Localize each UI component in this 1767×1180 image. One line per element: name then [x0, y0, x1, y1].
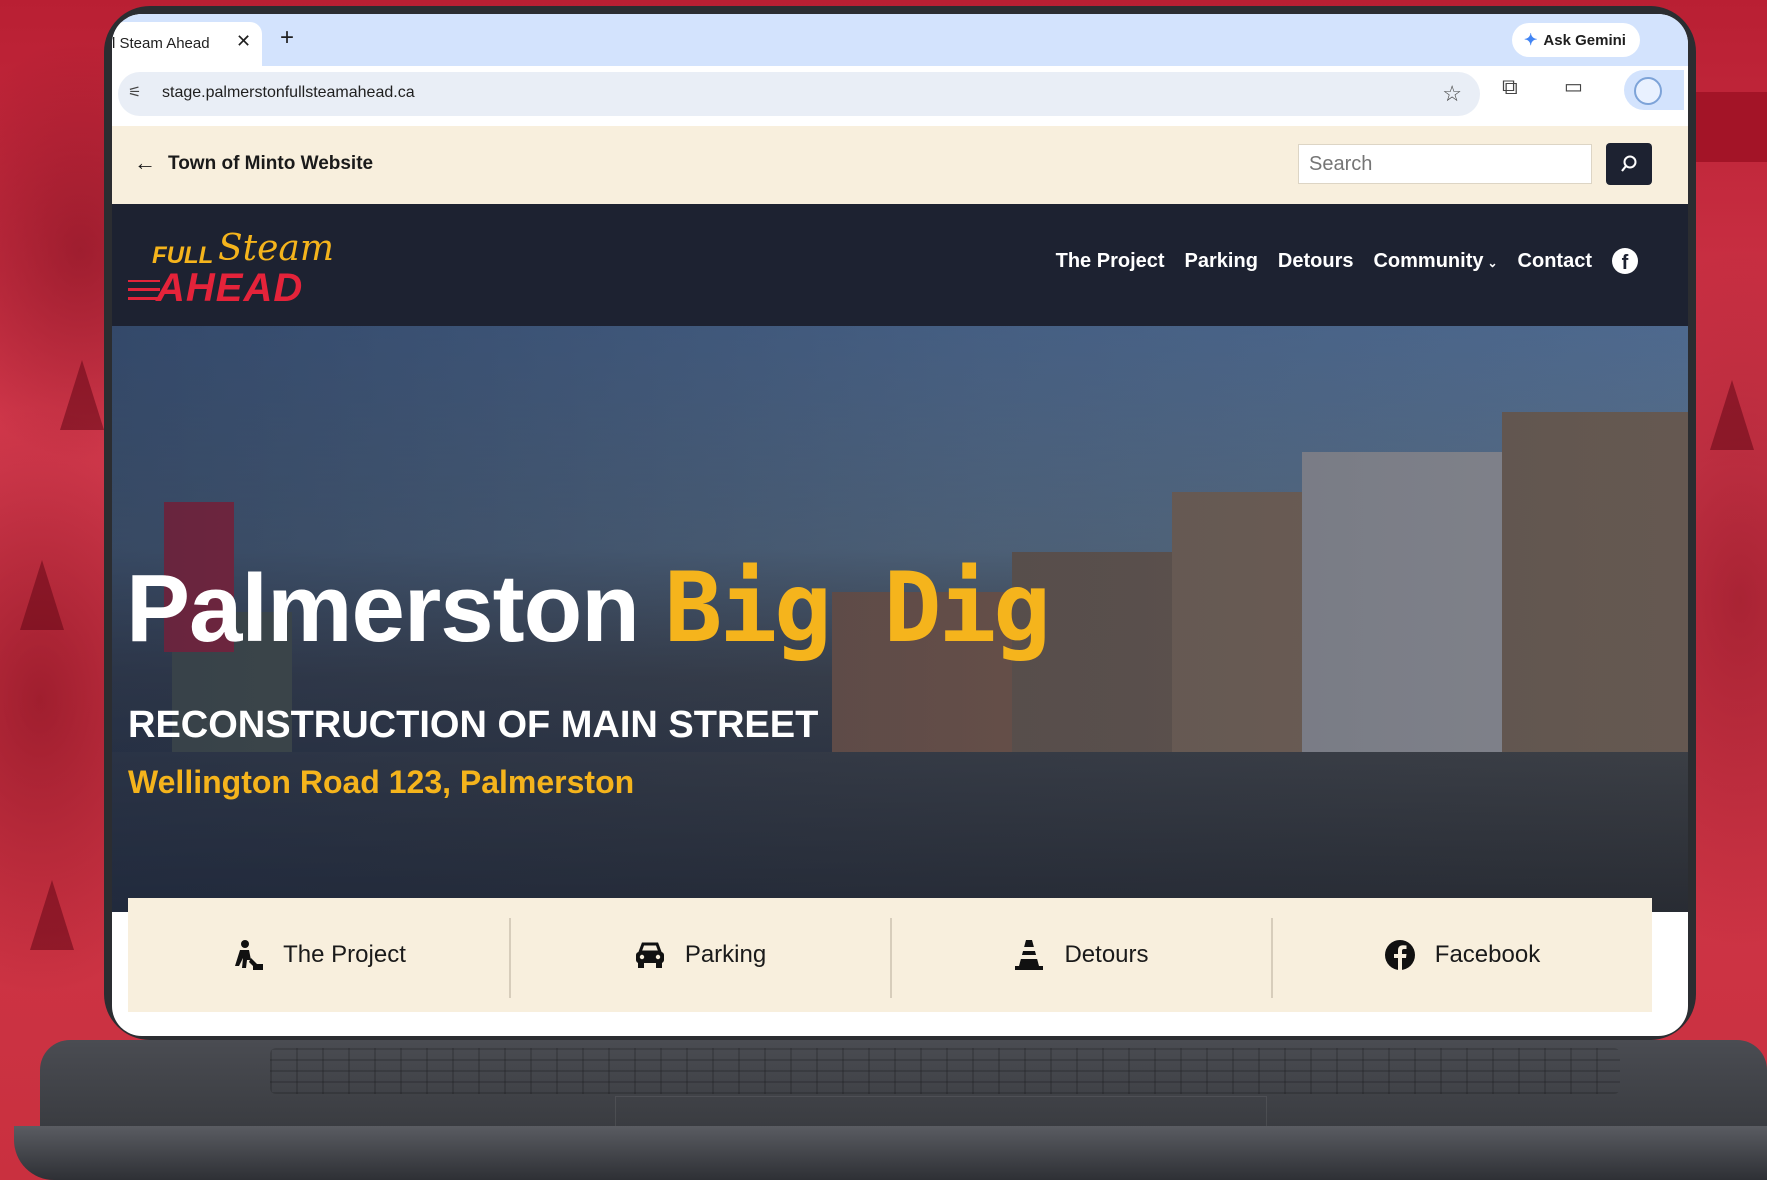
- gemini-sparkle-icon: ✦: [1524, 32, 1538, 49]
- quicklink-label: Facebook: [1434, 941, 1541, 968]
- quicklink-label: Parking: [684, 941, 767, 968]
- laptop-screen: l Steam Ahead ✕ + ✦ Ask Gemini ⚟ stage.p…: [112, 14, 1688, 1036]
- nav-item-parking[interactable]: Parking: [1185, 250, 1258, 273]
- laptop-trackpad: [615, 1096, 1267, 1127]
- laptop-deck: [40, 1040, 1767, 1127]
- nav-item-detours[interactable]: Detours: [1278, 250, 1354, 273]
- town-of-minto-link[interactable]: Town of Minto Website: [168, 153, 373, 175]
- logo-text-ahead: AHEAD: [156, 266, 304, 310]
- nav-menu: The Project Parking Detours Community ⌄ C…: [1056, 248, 1638, 274]
- laptop-base: [0, 1040, 1767, 1180]
- search-input[interactable]: [1298, 144, 1592, 184]
- browser-toolbar: ⚟ stage.palmerstonfullsteamahead.ca ☆: [112, 66, 1688, 126]
- profile-button[interactable]: [1624, 70, 1684, 110]
- tab-title: l Steam Ahead: [112, 35, 210, 52]
- full-steam-ahead-logo[interactable]: FULL Steam AHEAD: [128, 222, 334, 310]
- title-main: Palmerston: [126, 555, 640, 662]
- facebook-icon: [1384, 940, 1415, 970]
- worker-icon: [235, 940, 264, 970]
- ask-gemini-label: Ask Gemini: [1543, 31, 1626, 49]
- main-navigation: FULL Steam AHEAD The Project Parking Det…: [112, 204, 1688, 326]
- logo-speed-lines: [128, 280, 160, 300]
- quicklink-label: The Project: [283, 941, 406, 968]
- search-icon: [1621, 155, 1637, 172]
- tree-shape: [30, 880, 74, 950]
- tree-shape: [20, 560, 64, 630]
- nav-item-community[interactable]: Community ⌄: [1373, 250, 1497, 273]
- traffic-cone-icon: [1015, 940, 1044, 970]
- new-tab-button[interactable]: +: [280, 24, 294, 52]
- car-icon: [635, 942, 664, 968]
- address-bar[interactable]: ⚟ stage.palmerstonfullsteamahead.ca ☆: [118, 72, 1480, 116]
- tree-shape: [60, 360, 104, 430]
- chevron-down-icon: ⌄: [1487, 255, 1498, 270]
- browser-tabstrip: l Steam Ahead ✕ + ✦ Ask Gemini: [112, 14, 1688, 66]
- quicklink-detours[interactable]: Detours: [890, 898, 1271, 1012]
- quick-links: The Project Parking Detours Facebook: [128, 898, 1652, 1012]
- site-topbar: ← Town of Minto Website: [112, 126, 1688, 204]
- laptop-front-edge: [14, 1126, 1767, 1180]
- facebook-icon[interactable]: f: [1612, 248, 1638, 274]
- quicklink-the-project[interactable]: The Project: [128, 898, 509, 1012]
- search-button[interactable]: [1606, 143, 1652, 185]
- quicklink-facebook[interactable]: Facebook: [1271, 898, 1652, 1012]
- quicklink-label: Detours: [1064, 941, 1149, 968]
- close-icon[interactable]: ✕: [236, 31, 251, 52]
- url-text[interactable]: stage.palmerstonfullsteamahead.ca: [162, 84, 415, 102]
- nav-item-the-project[interactable]: The Project: [1056, 250, 1165, 273]
- hero-subtitle: RECONSTRUCTION OF MAIN STREET: [128, 704, 819, 746]
- avatar: [1634, 77, 1662, 105]
- hero-address: Wellington Road 123, Palmerston: [128, 764, 635, 800]
- laptop-keyboard: [270, 1048, 1620, 1094]
- bookmark-star-icon[interactable]: ☆: [1442, 81, 1462, 107]
- nav-item-contact[interactable]: Contact: [1518, 250, 1592, 273]
- tree-shape: [1710, 380, 1754, 450]
- ask-gemini-button[interactable]: ✦ Ask Gemini: [1512, 23, 1640, 57]
- nav-item-community-label: Community: [1373, 249, 1484, 272]
- site-info-icon[interactable]: ⚟: [128, 83, 141, 101]
- browser-tab[interactable]: l Steam Ahead ✕: [112, 22, 262, 66]
- extensions-icon[interactable]: ⧉: [1502, 74, 1518, 100]
- quicklink-parking[interactable]: Parking: [509, 898, 890, 1012]
- tab-search-icon[interactable]: ▭: [1564, 74, 1583, 99]
- arrow-left-icon[interactable]: ←: [134, 150, 156, 176]
- logo-text-steam: Steam: [218, 228, 335, 269]
- title-accent: Big Dig: [664, 552, 1052, 664]
- hero-banner: Palmerston Big Dig RECONSTRUCTION OF MAI…: [112, 326, 1688, 912]
- page-title: Palmerston Big Dig: [126, 552, 1052, 664]
